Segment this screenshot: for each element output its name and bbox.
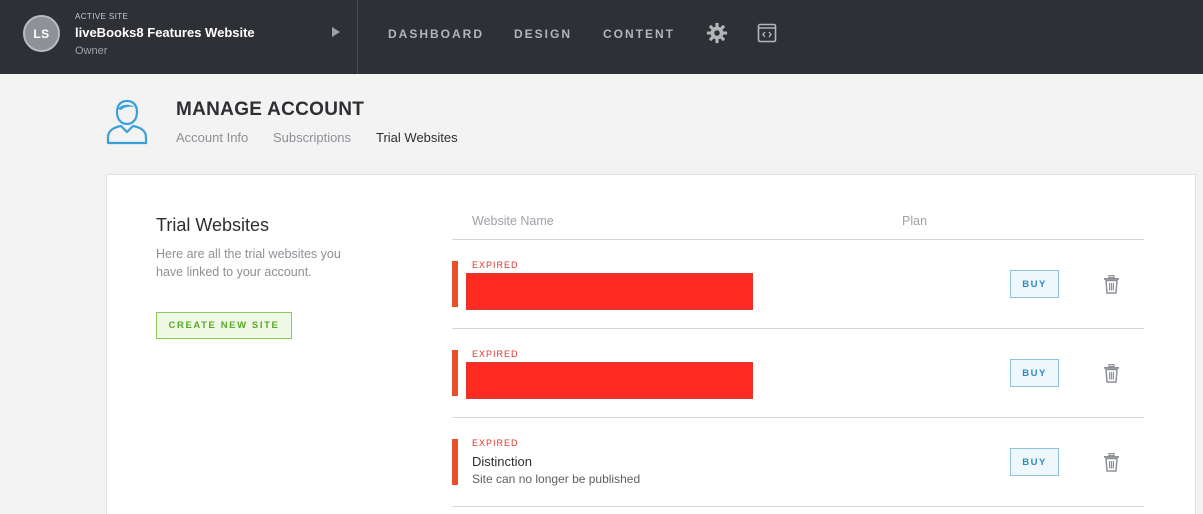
section-description: Here are all the trial websites you have… — [156, 247, 341, 279]
trash-icon[interactable] — [1103, 364, 1120, 383]
code-embed-icon[interactable] — [757, 23, 777, 43]
trash-icon[interactable] — [1103, 453, 1120, 472]
page-title: MANAGE ACCOUNT — [176, 99, 365, 120]
expired-indicator — [452, 261, 458, 307]
user-account-icon — [106, 99, 148, 145]
section-title: Trial Websites — [156, 215, 270, 235]
status-badge: EXPIRED — [472, 260, 519, 270]
trash-icon[interactable] — [1103, 275, 1120, 294]
site-name-cell[interactable]: Distinction — [472, 454, 532, 469]
active-site-label: ACTIVE SITE — [75, 12, 129, 21]
status-badge: EXPIRED — [472, 438, 519, 448]
table-row: EXPIRED BUY — [452, 240, 1144, 329]
status-badge: EXPIRED — [472, 349, 519, 359]
play-arrow-icon[interactable] — [332, 27, 340, 37]
nav-content[interactable]: CONTENT — [603, 27, 675, 41]
top-bar: LS ACTIVE SITE liveBooks8 Features Websi… — [0, 0, 1203, 74]
redacted-site-name — [466, 362, 753, 399]
site-role: Owner — [75, 45, 108, 57]
buy-button[interactable]: BUY — [1010, 270, 1059, 298]
avatar[interactable]: LS — [23, 15, 60, 52]
column-header-website-name: Website Name — [472, 214, 554, 228]
site-name[interactable]: liveBooks8 Features Website — [75, 25, 255, 40]
nav-design[interactable]: DESIGN — [514, 27, 572, 41]
create-new-site-button[interactable]: CREATE NEW SITE — [156, 312, 292, 339]
expired-indicator — [452, 350, 458, 396]
tab-account-info[interactable]: Account Info — [176, 130, 248, 145]
tab-subscriptions[interactable]: Subscriptions — [273, 130, 351, 145]
nav-dashboard[interactable]: DASHBOARD — [388, 27, 484, 41]
redacted-site-name — [466, 273, 753, 310]
divider — [452, 506, 1144, 507]
column-header-plan: Plan — [902, 214, 928, 228]
buy-button[interactable]: BUY — [1010, 359, 1059, 387]
buy-button[interactable]: BUY — [1010, 448, 1059, 476]
site-note: Site can no longer be published — [472, 472, 641, 486]
table-row: EXPIRED BUY — [452, 329, 1144, 418]
tab-trial-websites[interactable]: Trial Websites — [376, 130, 458, 145]
expired-indicator — [452, 439, 458, 485]
gear-icon[interactable] — [706, 22, 728, 44]
table-row: EXPIRED Distinction Site can no longer b… — [452, 418, 1144, 507]
active-site-switcher[interactable]: LS ACTIVE SITE liveBooks8 Features Websi… — [0, 0, 358, 74]
